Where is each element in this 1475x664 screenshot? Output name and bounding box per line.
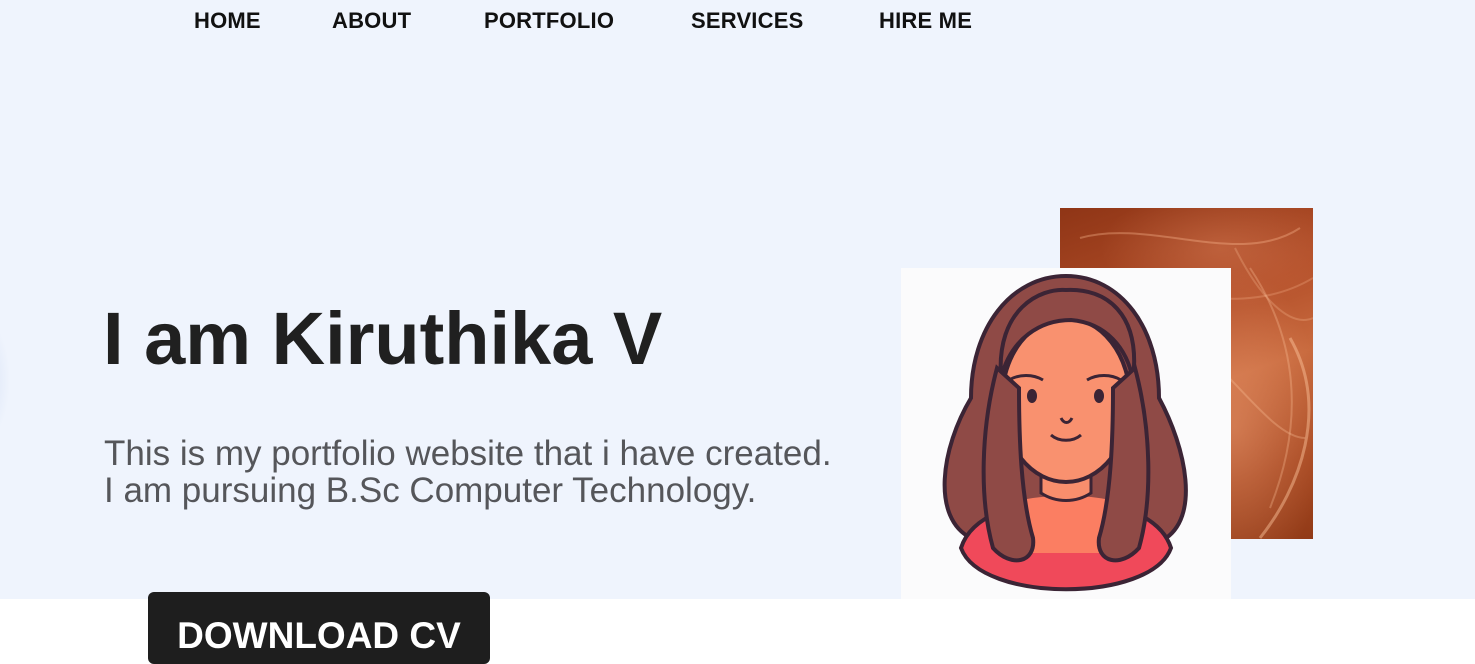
nav-home-link[interactable]: HOME: [194, 8, 261, 34]
nav-hire-me-link[interactable]: HIRE ME: [879, 8, 972, 34]
nav-portfolio-link[interactable]: PORTFOLIO: [484, 8, 614, 34]
hero-headline: I am Kiruthika V: [103, 297, 663, 380]
download-cv-button[interactable]: DOWNLOAD CV: [148, 592, 490, 664]
avatar-illustration: [942, 273, 1188, 592]
nav-about-link[interactable]: ABOUT: [332, 8, 411, 34]
intro-line-2: I am pursuing B.Sc Computer Technology.: [104, 471, 757, 510]
hero-intro: This is my portfolio website that i have…: [104, 435, 832, 509]
profile-avatar: [901, 268, 1231, 599]
nav-services-link[interactable]: SERVICES: [691, 8, 803, 34]
intro-line-1: This is my portfolio website that i have…: [104, 434, 832, 473]
